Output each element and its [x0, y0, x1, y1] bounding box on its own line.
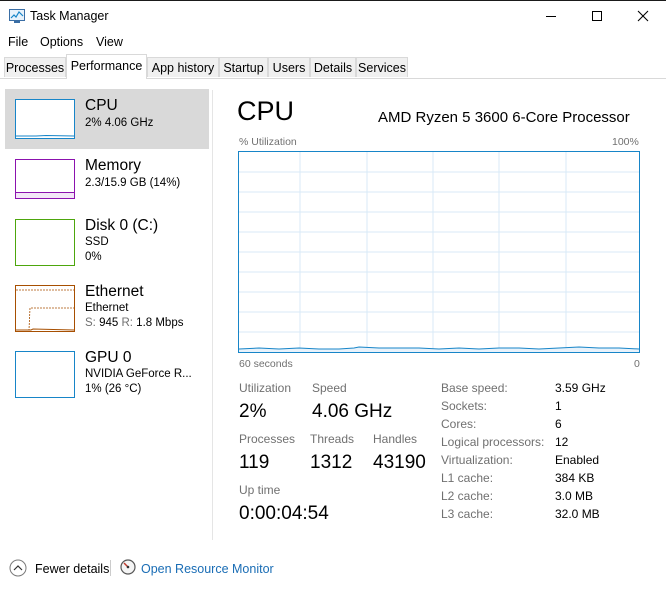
processes-value: 119	[239, 452, 270, 473]
ethernet-throughput: S: 945 R: 1.8 Mbps	[85, 317, 183, 329]
spec-value-cores: 6	[555, 417, 562, 431]
graph-x-end: 0	[634, 358, 640, 370]
sidebar-item-ethernet[interactable]: Ethernet Ethernet S: 945 R: 1.8 Mbps	[5, 275, 209, 335]
utilization-value: 2%	[239, 401, 267, 422]
spec-label-l3-cache: L3 cache:	[441, 507, 494, 521]
sidebar-item-subtitle-2: 1% (26 °C)	[85, 383, 142, 395]
close-button[interactable]	[620, 0, 666, 32]
sidebar-item-subtitle: SSD	[85, 236, 109, 248]
menu-file[interactable]: File	[8, 35, 28, 49]
fewer-details-link[interactable]: Fewer details	[35, 562, 109, 576]
spec-label-base-speed: Base speed:	[441, 381, 508, 395]
uptime-label: Up time	[239, 483, 281, 497]
spec-label-cores: Cores:	[441, 417, 477, 431]
spec-label-l1-cache: L1 cache:	[441, 471, 494, 485]
speed-label: Speed	[312, 381, 347, 395]
window-title: Task Manager	[30, 9, 109, 23]
tab-services[interactable]: Services	[356, 57, 408, 77]
handles-label: Handles	[373, 432, 418, 446]
tab-details[interactable]: Details	[310, 57, 356, 77]
graph-y-max: 100%	[612, 136, 639, 148]
cpu-thumbnail-graph	[15, 99, 75, 139]
send-value: 945	[99, 317, 119, 329]
spec-value-l1-cache: 384 KB	[555, 471, 595, 485]
sidebar-item-subtitle: 2% 4.06 GHz	[85, 117, 154, 129]
spec-label-sockets: Sockets:	[441, 399, 488, 413]
uptime-value: 0:00:04:54	[239, 503, 329, 524]
send-label: S:	[85, 317, 96, 329]
sidebar-item-cpu[interactable]: CPU 2% 4.06 GHz	[5, 89, 209, 149]
spec-value-base-speed: 3.59 GHz	[555, 381, 606, 395]
spec-label-logical-processors: Logical processors:	[441, 435, 545, 449]
tab-performance[interactable]: Performance	[66, 54, 147, 79]
sidebar-divider	[212, 90, 213, 540]
sidebar-item-subtitle: 2.3/15.9 GB (14%)	[85, 177, 181, 189]
cpu-graph-canvas	[239, 152, 639, 352]
receive-label: R:	[121, 317, 133, 329]
tab-app-history[interactable]: App history	[147, 57, 219, 77]
spec-label-l2-cache: L2 cache:	[441, 489, 494, 503]
maximize-icon	[592, 11, 602, 21]
disk-thumbnail-graph	[15, 219, 75, 266]
sidebar-item-memory[interactable]: Memory 2.3/15.9 GB (14%)	[5, 149, 209, 209]
sidebar-item-title: GPU 0	[85, 349, 132, 366]
minimize-icon	[546, 16, 556, 17]
sidebar-item-title: CPU	[85, 97, 118, 114]
spec-value-l2-cache: 3.0 MB	[555, 489, 594, 503]
sidebar-item-title: Disk 0 (C:)	[85, 217, 159, 234]
page-title: CPU	[237, 96, 295, 126]
sidebar-item-subtitle: Ethernet	[85, 302, 129, 314]
processor-model: AMD Ryzen 5 3600 6-Core Processor	[378, 109, 630, 126]
minimize-button[interactable]	[528, 0, 574, 32]
spec-label-virtualization: Virtualization:	[441, 453, 513, 467]
footer-separator	[110, 560, 111, 576]
spec-value-l3-cache: 32.0 MB	[555, 507, 600, 521]
open-resource-monitor-link[interactable]: Open Resource Monitor	[141, 562, 274, 576]
gpu-thumbnail-graph	[15, 351, 75, 398]
sidebar-item-disk[interactable]: Disk 0 (C:) SSD 0%	[5, 209, 209, 269]
threads-value: 1312	[310, 452, 353, 473]
receive-value: 1.8 Mbps	[136, 317, 184, 329]
tab-processes[interactable]: Processes	[4, 57, 66, 77]
menu-view[interactable]: View	[96, 35, 123, 49]
sidebar-item-title: Ethernet	[85, 283, 144, 300]
tab-users[interactable]: Users	[268, 57, 310, 77]
threads-label: Threads	[310, 432, 355, 446]
maximize-button[interactable]	[574, 0, 620, 32]
sidebar-item-subtitle-2: 0%	[85, 251, 102, 263]
menu-options[interactable]: Options	[40, 35, 83, 49]
utilization-label: Utilization	[239, 381, 292, 395]
ethernet-thumbnail-graph	[15, 285, 75, 332]
spec-value-logical-processors: 12	[555, 435, 569, 449]
processes-label: Processes	[239, 432, 296, 446]
tab-startup[interactable]: Startup	[219, 57, 268, 77]
cpu-utilization-graph	[238, 151, 640, 353]
collapse-chevron-icon[interactable]	[9, 559, 27, 577]
memory-thumbnail-graph	[15, 159, 75, 199]
close-icon	[637, 10, 649, 22]
sidebar-item-subtitle: NVIDIA GeForce R...	[85, 368, 192, 380]
spec-value-sockets: 1	[555, 399, 562, 413]
task-manager-icon	[9, 9, 25, 23]
graph-y-label: % Utilization	[239, 136, 297, 148]
handles-value: 43190	[373, 452, 426, 473]
graph-x-label: 60 seconds	[239, 358, 293, 370]
sidebar-item-gpu[interactable]: GPU 0 NVIDIA GeForce R... 1% (26 °C)	[5, 341, 209, 401]
spec-value-virtualization: Enabled	[555, 453, 600, 467]
speed-value: 4.06 GHz	[312, 401, 393, 422]
resource-monitor-icon	[120, 559, 136, 575]
sidebar-item-title: Memory	[85, 157, 141, 174]
